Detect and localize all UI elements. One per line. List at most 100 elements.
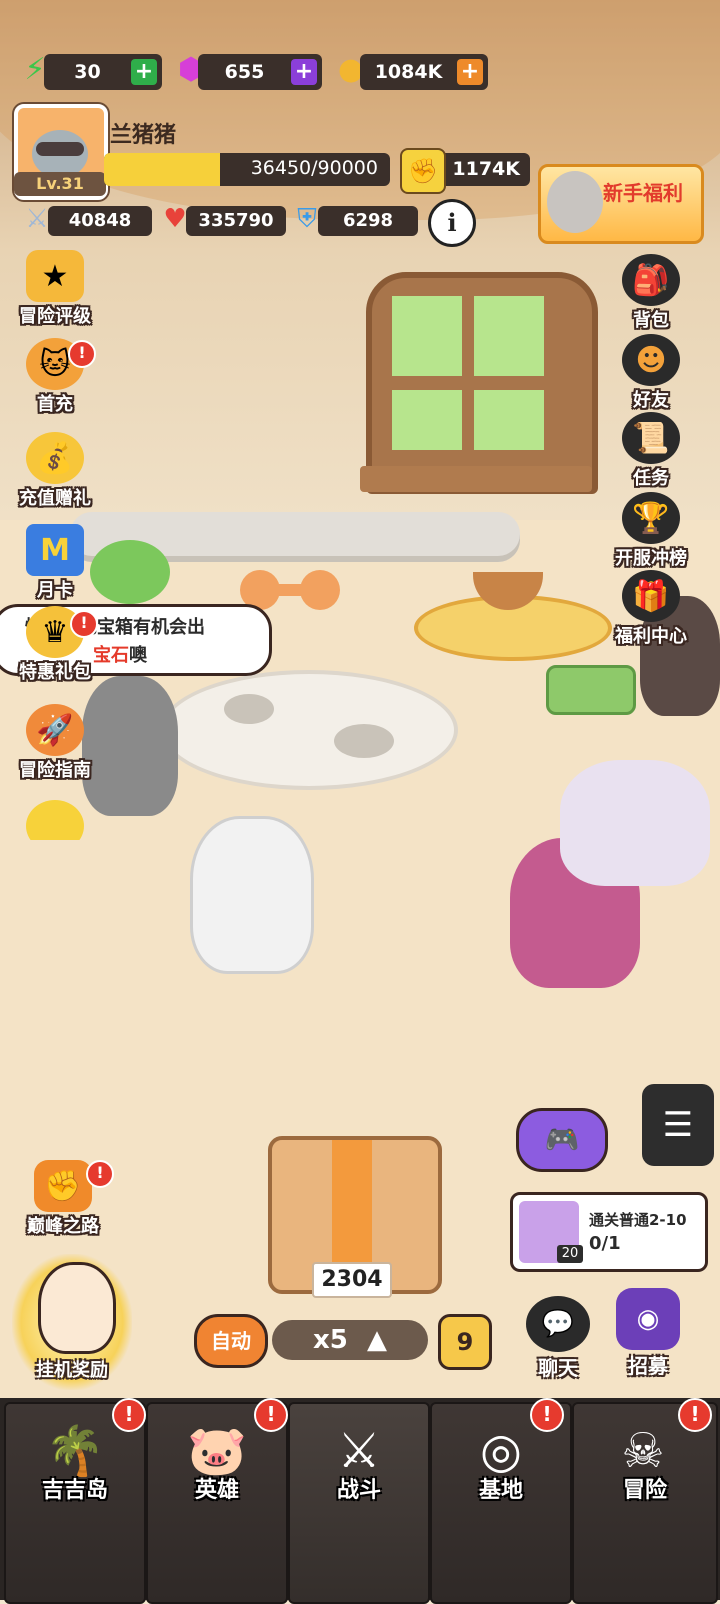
- idle-reward-label: 挂机奖励: [36, 1360, 108, 1381]
- gift-box-icon: 🎁: [622, 570, 680, 622]
- adventure-guide-label: 冒险指南: [19, 760, 91, 781]
- alert-badge: !: [112, 1398, 146, 1432]
- chat-button[interactable]: 💬 聊天: [518, 1296, 598, 1380]
- extra-menu-button[interactable]: [0, 800, 110, 840]
- backpack-icon: 🎒: [622, 254, 680, 306]
- add-energy-button[interactable]: +: [131, 59, 157, 85]
- cow-print-rug: [160, 670, 458, 790]
- money-bag-icon: 💰: [26, 432, 84, 484]
- quest-tracker[interactable]: 20 通关普通2-10 0/1: [510, 1192, 708, 1272]
- friends-label: 好友: [633, 390, 669, 411]
- green-stool: [546, 665, 636, 715]
- scroll-icon: 📜: [622, 412, 680, 464]
- first-recharge-button[interactable]: 🐱 首充 !: [0, 338, 110, 415]
- alert-badge: !: [70, 610, 98, 638]
- recharge-gift-button[interactable]: 💰 充值赠礼: [0, 432, 110, 509]
- triangle-up-icon: ▲: [366, 1325, 387, 1355]
- tab-base-label: 基地: [478, 1478, 523, 1503]
- chat-bubble-icon: 💬: [526, 1296, 590, 1352]
- wave-shield-badge: 9: [438, 1314, 492, 1370]
- health-stat: 335790: [186, 206, 286, 236]
- gem-counter[interactable]: 655 +: [198, 54, 322, 90]
- adventure-rating-button[interactable]: ★ 冒险评级: [0, 250, 110, 327]
- month-card-label: 月卡: [37, 580, 73, 601]
- hero-rabbit-magician-character[interactable]: [190, 816, 314, 974]
- speed-label: x5: [313, 1325, 348, 1355]
- alert-badge: !: [254, 1398, 288, 1432]
- menu-list-button[interactable]: ☰: [642, 1084, 714, 1166]
- add-coins-button[interactable]: +: [457, 59, 483, 85]
- recharge-gift-label: 充值赠礼: [19, 488, 91, 509]
- hero-cat-mage-character[interactable]: [560, 760, 710, 886]
- friends-icon: ☻: [622, 334, 680, 386]
- tab-battle[interactable]: ⚔ 战斗: [288, 1402, 430, 1604]
- tab-hero[interactable]: 🐷 英雄 !: [146, 1398, 288, 1604]
- bubble-line2-rest: 噢: [129, 645, 147, 666]
- adventure-rating-label: 冒险评级: [19, 306, 91, 327]
- newbie-label: 新手福利: [603, 181, 683, 205]
- welfare-center-label: 福利中心: [615, 626, 687, 647]
- alert-badge: !: [678, 1398, 712, 1432]
- welfare-center-button[interactable]: 🎁 福利中心: [596, 570, 706, 647]
- treasure-box-count: 2304: [312, 1262, 392, 1298]
- fist-icon: ✊: [400, 148, 446, 194]
- energy-counter[interactable]: 30 +: [44, 54, 162, 90]
- tab-base[interactable]: ◎ 基地 !: [430, 1398, 572, 1604]
- attack-stat: 40848: [48, 206, 152, 236]
- adventure-guide-button[interactable]: 🚀 冒险指南: [0, 704, 110, 781]
- alert-badge: !: [86, 1160, 114, 1188]
- newbie-welfare-button[interactable]: 新手福利: [538, 164, 704, 244]
- coin-counter[interactable]: 1084K +: [360, 54, 488, 90]
- gamepad-button[interactable]: 🎮: [516, 1108, 608, 1172]
- gamepad-icon: 🎮: [544, 1123, 580, 1156]
- list-icon: ☰: [662, 1105, 694, 1145]
- backpack-label: 背包: [633, 310, 669, 331]
- xp-text: 36450/90000: [250, 157, 378, 179]
- energy-value: 30: [74, 61, 101, 83]
- xp-bar-fill: [104, 153, 220, 186]
- chick-icon: [26, 800, 84, 840]
- fist-shield-icon: ✊: [34, 1160, 92, 1212]
- rocket-icon: 🚀: [26, 704, 84, 756]
- gacha-machine-icon: ◉: [616, 1288, 680, 1350]
- player-level: Lv.31: [14, 172, 106, 196]
- peak-road-button[interactable]: ✊ 巅峰之路 !: [8, 1160, 118, 1237]
- backpack-button[interactable]: 🎒 背包: [596, 254, 706, 331]
- newbie-character-icon: [547, 171, 603, 233]
- recruit-label: 招募: [628, 1354, 668, 1378]
- friends-button[interactable]: ☻ 好友: [596, 334, 706, 411]
- recruit-button[interactable]: ◉ 招募: [608, 1288, 688, 1380]
- auto-button[interactable]: 自动: [194, 1314, 268, 1368]
- first-recharge-label: 首充: [37, 394, 73, 415]
- quest-item-count: 20: [557, 1245, 583, 1263]
- player-name: 兰猪猪: [110, 123, 177, 148]
- tasks-label: 任务: [633, 468, 669, 489]
- lucky-cat-icon: [38, 1262, 116, 1354]
- speed-multiplier-button[interactable]: x5 ▲: [272, 1320, 428, 1360]
- tab-island[interactable]: 🌴 吉吉岛 !: [4, 1398, 146, 1604]
- star-badge-icon: ★: [26, 250, 84, 302]
- trophy-icon: 🏆: [622, 492, 680, 544]
- xp-bar: 36450/90000: [104, 153, 390, 186]
- month-card-icon: M: [26, 524, 84, 576]
- chat-label: 聊天: [538, 1356, 578, 1380]
- tab-adventure[interactable]: ☠ 冒险 !: [572, 1398, 718, 1604]
- idle-reward-button[interactable]: 挂机奖励: [12, 1254, 132, 1390]
- month-card-button[interactable]: M 月卡: [0, 524, 110, 601]
- special-pack-button[interactable]: ♛ 特惠礼包 !: [0, 606, 110, 683]
- window: [360, 272, 598, 494]
- tasks-button[interactable]: 📜 任务: [596, 412, 706, 489]
- peak-road-label: 巅峰之路: [27, 1216, 99, 1237]
- dumbbell: [240, 570, 340, 610]
- server-ranking-button[interactable]: 🏆 开服冲榜: [596, 492, 706, 569]
- info-button[interactable]: i: [428, 199, 476, 247]
- quest-title: 通关普通2-10: [589, 1211, 687, 1229]
- add-gems-button[interactable]: +: [291, 59, 317, 85]
- coin-value: 1084K: [374, 61, 443, 83]
- alert-badge: !: [530, 1398, 564, 1432]
- tab-battle-label: 战斗: [336, 1478, 381, 1503]
- quest-progress: 0/1: [589, 1233, 621, 1254]
- alert-badge: !: [68, 340, 96, 368]
- defense-stat: 6298: [318, 206, 418, 236]
- tab-adventure-label: 冒险: [622, 1478, 667, 1503]
